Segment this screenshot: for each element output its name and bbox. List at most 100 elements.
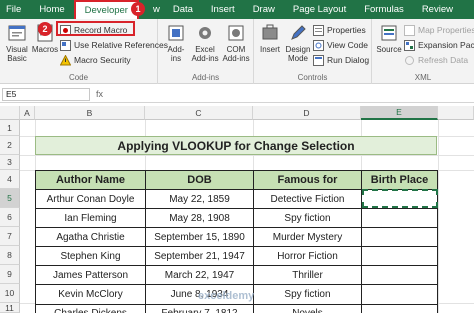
tab-data[interactable]: Data <box>164 0 202 19</box>
design-mode-label: Design Mode <box>285 45 311 63</box>
header-dob[interactable]: DOB <box>145 170 254 190</box>
tab-developer[interactable]: Developer <box>73 0 139 19</box>
header-author-name[interactable]: Author Name <box>35 170 146 190</box>
cell-famous-for[interactable]: Novels <box>253 303 362 313</box>
relative-references-button[interactable]: Use Relative References <box>60 38 168 52</box>
select-all-corner[interactable] <box>0 106 20 120</box>
cell-dob[interactable]: September 15, 1890 <box>145 227 254 248</box>
tab-file[interactable]: File <box>0 0 30 19</box>
cell-dob[interactable]: May 28, 1908 <box>145 208 254 229</box>
cell-author[interactable]: Kevin McClory <box>35 284 146 305</box>
name-box[interactable]: E5 <box>2 88 90 101</box>
row-header-9[interactable]: 9 <box>0 265 20 284</box>
properties-button[interactable]: Properties <box>313 23 366 37</box>
sheet-title[interactable]: Applying VLOOKUP for Change Selection <box>35 136 437 155</box>
excel-addins-button[interactable]: Excel Add-ins <box>191 23 219 63</box>
xml-group-label: XML <box>414 73 432 82</box>
gridline <box>20 155 474 156</box>
row-header-10[interactable]: 10 <box>0 284 20 303</box>
tab-insert[interactable]: Insert <box>202 0 244 19</box>
macro-security-label: Macro Security <box>74 55 131 65</box>
active-cell-e5[interactable] <box>362 189 438 208</box>
column-header-c[interactable]: C <box>145 106 253 120</box>
cell-author[interactable]: James Patterson <box>35 265 146 286</box>
column-header-f[interactable] <box>438 106 474 120</box>
addins-button[interactable]: Add- ins <box>164 23 188 63</box>
addins-icon <box>168 25 184 41</box>
column-header-b[interactable]: B <box>35 106 145 120</box>
row-header-1[interactable]: 1 <box>0 120 20 136</box>
tab-review[interactable]: Review <box>413 0 462 19</box>
row-header-7[interactable]: 7 <box>0 227 20 246</box>
relative-references-icon <box>60 39 71 51</box>
expansion-packs-icon <box>404 39 415 51</box>
insert-control-label: Insert <box>259 45 280 54</box>
cell-author[interactable]: Arthur Conan Doyle <box>35 188 146 210</box>
callout-badge-one: 1 <box>131 2 145 16</box>
formula-bar: E5 fx <box>0 86 474 103</box>
column-header-e[interactable]: E <box>361 106 438 120</box>
tab-draw[interactable]: Draw <box>244 0 284 19</box>
macro-security-button[interactable]: Macro Security <box>60 53 131 67</box>
cell-dob[interactable]: February 7, 1812 <box>145 303 254 313</box>
ribbon-tab-bar: File Home Developer w Data Insert Draw P… <box>0 0 474 19</box>
warning-icon <box>60 54 71 65</box>
run-dialog-button[interactable]: Run Dialog <box>313 53 369 67</box>
com-addins-button[interactable]: COM Add-ins <box>221 23 251 63</box>
ribbon: Visual Basic Macros Record Macro Use Rel… <box>0 19 474 84</box>
source-icon <box>381 25 397 41</box>
row-header-5[interactable]: 5 <box>0 189 20 208</box>
tab-formulas[interactable]: Formulas <box>355 0 413 19</box>
tab-home[interactable]: Home <box>30 0 73 19</box>
column-header-a[interactable]: A <box>20 106 35 120</box>
cell-author[interactable]: Stephen King <box>35 246 146 267</box>
cell-famous-for[interactable]: Thriller <box>253 265 362 286</box>
map-properties-icon <box>404 24 415 36</box>
cell-famous-for[interactable]: Spy fiction <box>253 284 362 305</box>
fx-icon[interactable]: fx <box>96 89 103 99</box>
cell-author[interactable]: Charles Dickens <box>35 303 146 313</box>
code-group-label: Code <box>68 73 89 82</box>
row-header-11[interactable]: 11 <box>0 303 20 313</box>
insert-control-button[interactable]: Insert <box>258 23 282 54</box>
design-mode-button[interactable]: Design Mode <box>285 23 311 63</box>
cell-birth-place[interactable] <box>361 227 438 248</box>
cell-birth-place[interactable] <box>361 303 438 313</box>
xml-group: Source Map Properties Expansion Packs Re… <box>372 19 474 84</box>
cell-author[interactable]: Agatha Christie <box>35 227 146 248</box>
cell-dob[interactable]: March 22, 1947 <box>145 265 254 286</box>
view-code-button[interactable]: View Code <box>313 38 368 52</box>
refresh-icon <box>405 55 414 65</box>
header-birth-place[interactable]: Birth Place <box>361 170 438 190</box>
header-famous-for[interactable]: Famous for <box>253 170 362 190</box>
source-button[interactable]: Source <box>376 23 402 54</box>
cell-author[interactable]: Ian Fleming <box>35 208 146 229</box>
cell-famous-for[interactable]: Detective Fiction <box>253 188 362 210</box>
cell-birth-place[interactable] <box>361 265 438 286</box>
row-header-6[interactable]: 6 <box>0 208 20 227</box>
map-properties-button[interactable]: Map Properties <box>404 23 474 37</box>
source-label: Source <box>376 45 402 54</box>
row-header-2[interactable]: 2 <box>0 136 20 155</box>
properties-label: Properties <box>327 25 366 35</box>
column-header-d[interactable]: D <box>253 106 361 120</box>
row-header-3[interactable]: 3 <box>0 155 20 170</box>
row-header-4[interactable]: 4 <box>0 170 20 189</box>
cell-birth-place[interactable] <box>361 284 438 305</box>
cell-famous-for[interactable]: Murder Mystery <box>253 227 362 248</box>
cell-dob[interactable]: May 22, 1859 <box>145 188 254 210</box>
cell-famous-for[interactable]: Spy fiction <box>253 208 362 229</box>
table-row: Charles Dickens February 7, 1812 Novels <box>35 303 438 313</box>
refresh-data-button[interactable]: Refresh Data <box>404 53 468 67</box>
visual-basic-button[interactable]: Visual Basic <box>3 23 31 63</box>
cell-dob[interactable]: September 21, 1947 <box>145 246 254 267</box>
row-header-8[interactable]: 8 <box>0 246 20 265</box>
cell-birth-place[interactable] <box>361 208 438 229</box>
cell-birth-place[interactable] <box>361 246 438 267</box>
cell-famous-for[interactable]: Horror Fiction <box>253 246 362 267</box>
record-macro-highlight <box>56 21 135 36</box>
gridline <box>438 120 439 313</box>
refresh-data-label: Refresh Data <box>418 55 469 65</box>
tab-page-layout[interactable]: Page Layout <box>284 0 355 19</box>
expansion-packs-button[interactable]: Expansion Packs <box>404 38 474 52</box>
